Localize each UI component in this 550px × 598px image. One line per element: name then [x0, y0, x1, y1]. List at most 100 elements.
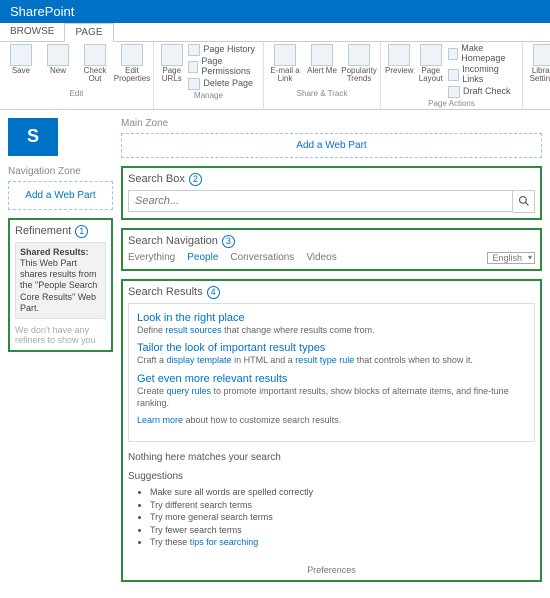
nav-tab-people[interactable]: People	[187, 252, 218, 263]
link-display-template[interactable]: display template	[167, 355, 232, 365]
help-heading-3: Get even more relevant results	[137, 373, 526, 385]
draft-check-icon	[448, 86, 460, 98]
delete-page-button[interactable]: Delete Page	[188, 78, 259, 90]
link-result-type-rule[interactable]: result type rule	[295, 355, 354, 365]
ribbon-group-library: Library Settings Library Permissions Vie…	[523, 42, 550, 109]
search-navigation-webpart: Search Navigation 3 Everything People Co…	[121, 228, 542, 271]
page-permissions-button[interactable]: Page Permissions	[188, 57, 259, 77]
ribbon-tabstrip: BROWSE PAGE	[0, 23, 550, 42]
shared-results-label: Shared Results:	[20, 247, 89, 257]
callout-badge-2: 2	[189, 173, 202, 186]
no-results-message: Nothing here matches your search	[128, 452, 535, 463]
popularity-button[interactable]: Popularity Trends	[342, 44, 376, 84]
email-icon	[274, 44, 296, 66]
page-history-button[interactable]: Page History	[188, 44, 259, 56]
group-label-manage: Manage	[194, 91, 223, 100]
checkout-button[interactable]: Check Out	[78, 44, 112, 84]
shared-results-box: Shared Results: This Web Part shares res…	[15, 242, 106, 320]
navigation-zone-label: Navigation Zone	[8, 166, 113, 177]
alert-icon	[311, 44, 333, 66]
new-button[interactable]: New	[41, 44, 75, 75]
suggestions-heading: Suggestions	[128, 471, 535, 482]
search-results-title: Search Results	[128, 286, 203, 298]
ribbon-group-share: E-mail a Link Alert Me Popularity Trends…	[264, 42, 381, 109]
refinement-empty-message: We don't have any refiners to show you	[15, 325, 106, 345]
save-icon	[10, 44, 32, 66]
search-button[interactable]	[513, 190, 535, 213]
page-urls-icon	[161, 44, 183, 66]
preview-button[interactable]: Preview	[385, 44, 414, 75]
suggestion-item: Try these tips for searching	[150, 536, 535, 549]
search-input[interactable]	[128, 190, 513, 212]
incoming-links-icon	[448, 69, 459, 81]
save-button[interactable]: Save	[4, 44, 38, 75]
group-label-share: Share & Track	[297, 89, 348, 98]
preferences-link[interactable]: Preferences	[128, 565, 535, 575]
incoming-links-button[interactable]: Incoming Links	[448, 65, 518, 85]
layout-icon	[420, 44, 442, 66]
app-title-bar: SharePoint	[0, 0, 550, 23]
group-label-edit: Edit	[70, 89, 84, 98]
search-box-title: Search Box	[128, 173, 185, 185]
homepage-icon	[448, 48, 458, 60]
page-layout-button[interactable]: Page Layout	[417, 44, 446, 84]
library-settings-button[interactable]: Library Settings	[527, 44, 550, 84]
refinement-webpart: Refinement 1 Shared Results: This Web Pa…	[8, 218, 113, 353]
search-box-webpart: Search Box 2	[121, 166, 542, 220]
search-icon	[518, 195, 530, 207]
help-heading-1: Look in the right place	[137, 312, 526, 324]
make-homepage-button[interactable]: Make Homepage	[448, 44, 518, 64]
suggestion-item: Try more general search terms	[150, 511, 535, 524]
email-link-button[interactable]: E-mail a Link	[268, 44, 302, 84]
add-web-part-nav[interactable]: Add a Web Part	[8, 181, 113, 210]
main-column: Main Zone Add a Web Part Search Box 2 Se…	[121, 118, 542, 590]
suggestions-list: Make sure all words are spelled correctl…	[128, 486, 535, 549]
shared-results-desc: This Web Part shares results from the "P…	[20, 258, 97, 313]
page-content: S Navigation Zone Add a Web Part Refinem…	[0, 110, 550, 598]
search-nav-title: Search Navigation	[128, 235, 218, 247]
nav-tab-everything[interactable]: Everything	[128, 252, 175, 263]
callout-badge-4: 4	[207, 286, 220, 299]
history-icon	[188, 44, 200, 56]
group-label-actions: Page Actions	[428, 99, 475, 108]
preview-icon	[388, 44, 410, 66]
link-learn-more[interactable]: Learn more	[137, 415, 183, 425]
suggestion-item: Make sure all words are spelled correctl…	[150, 486, 535, 499]
link-query-rules[interactable]: query rules	[167, 386, 212, 396]
callout-badge-3: 3	[222, 235, 235, 248]
page-urls-button[interactable]: Page URLs	[158, 44, 185, 84]
search-help-card: Look in the right place Define result so…	[128, 303, 535, 442]
add-web-part-main[interactable]: Add a Web Part	[121, 133, 542, 158]
new-icon	[47, 44, 69, 66]
refinement-title: Refinement	[15, 225, 71, 237]
alert-me-button[interactable]: Alert Me	[305, 44, 339, 75]
ribbon-group-actions: Preview Page Layout Make Homepage Incomi…	[381, 42, 523, 109]
nav-tab-videos[interactable]: Videos	[306, 252, 336, 263]
permissions-icon	[188, 61, 198, 73]
app-title: SharePoint	[10, 4, 74, 19]
popularity-icon	[348, 44, 370, 66]
lib-settings-icon	[533, 44, 550, 66]
ribbon-group-edit: Save New Check Out Edit Properties Edit	[0, 42, 154, 109]
suggestion-item: Try different search terms	[150, 499, 535, 512]
tab-browse[interactable]: BROWSE	[0, 23, 64, 41]
language-dropdown[interactable]: English	[487, 252, 535, 264]
main-zone-label: Main Zone	[121, 118, 542, 129]
checkout-icon	[84, 44, 106, 66]
delete-icon	[188, 78, 200, 90]
link-tips-for-searching[interactable]: tips for searching	[190, 537, 259, 547]
ribbon: Save New Check Out Edit Properties Edit …	[0, 42, 550, 110]
site-logo[interactable]: S	[8, 118, 58, 156]
edit-properties-icon	[121, 44, 143, 66]
suggestion-item: Try fewer search terms	[150, 524, 535, 537]
link-result-sources[interactable]: result sources	[166, 325, 222, 335]
edit-properties-button[interactable]: Edit Properties	[115, 44, 149, 84]
help-heading-2: Tailor the look of important result type…	[137, 342, 526, 354]
draft-check-button[interactable]: Draft Check	[448, 86, 518, 98]
search-results-webpart: Search Results 4 Look in the right place…	[121, 279, 542, 582]
callout-badge-1: 1	[75, 225, 88, 238]
tab-page[interactable]: PAGE	[64, 23, 113, 42]
nav-tab-conversations[interactable]: Conversations	[230, 252, 294, 263]
ribbon-group-manage: Page URLs Page History Page Permissions …	[154, 42, 264, 109]
left-column: S Navigation Zone Add a Web Part Refinem…	[8, 118, 113, 590]
